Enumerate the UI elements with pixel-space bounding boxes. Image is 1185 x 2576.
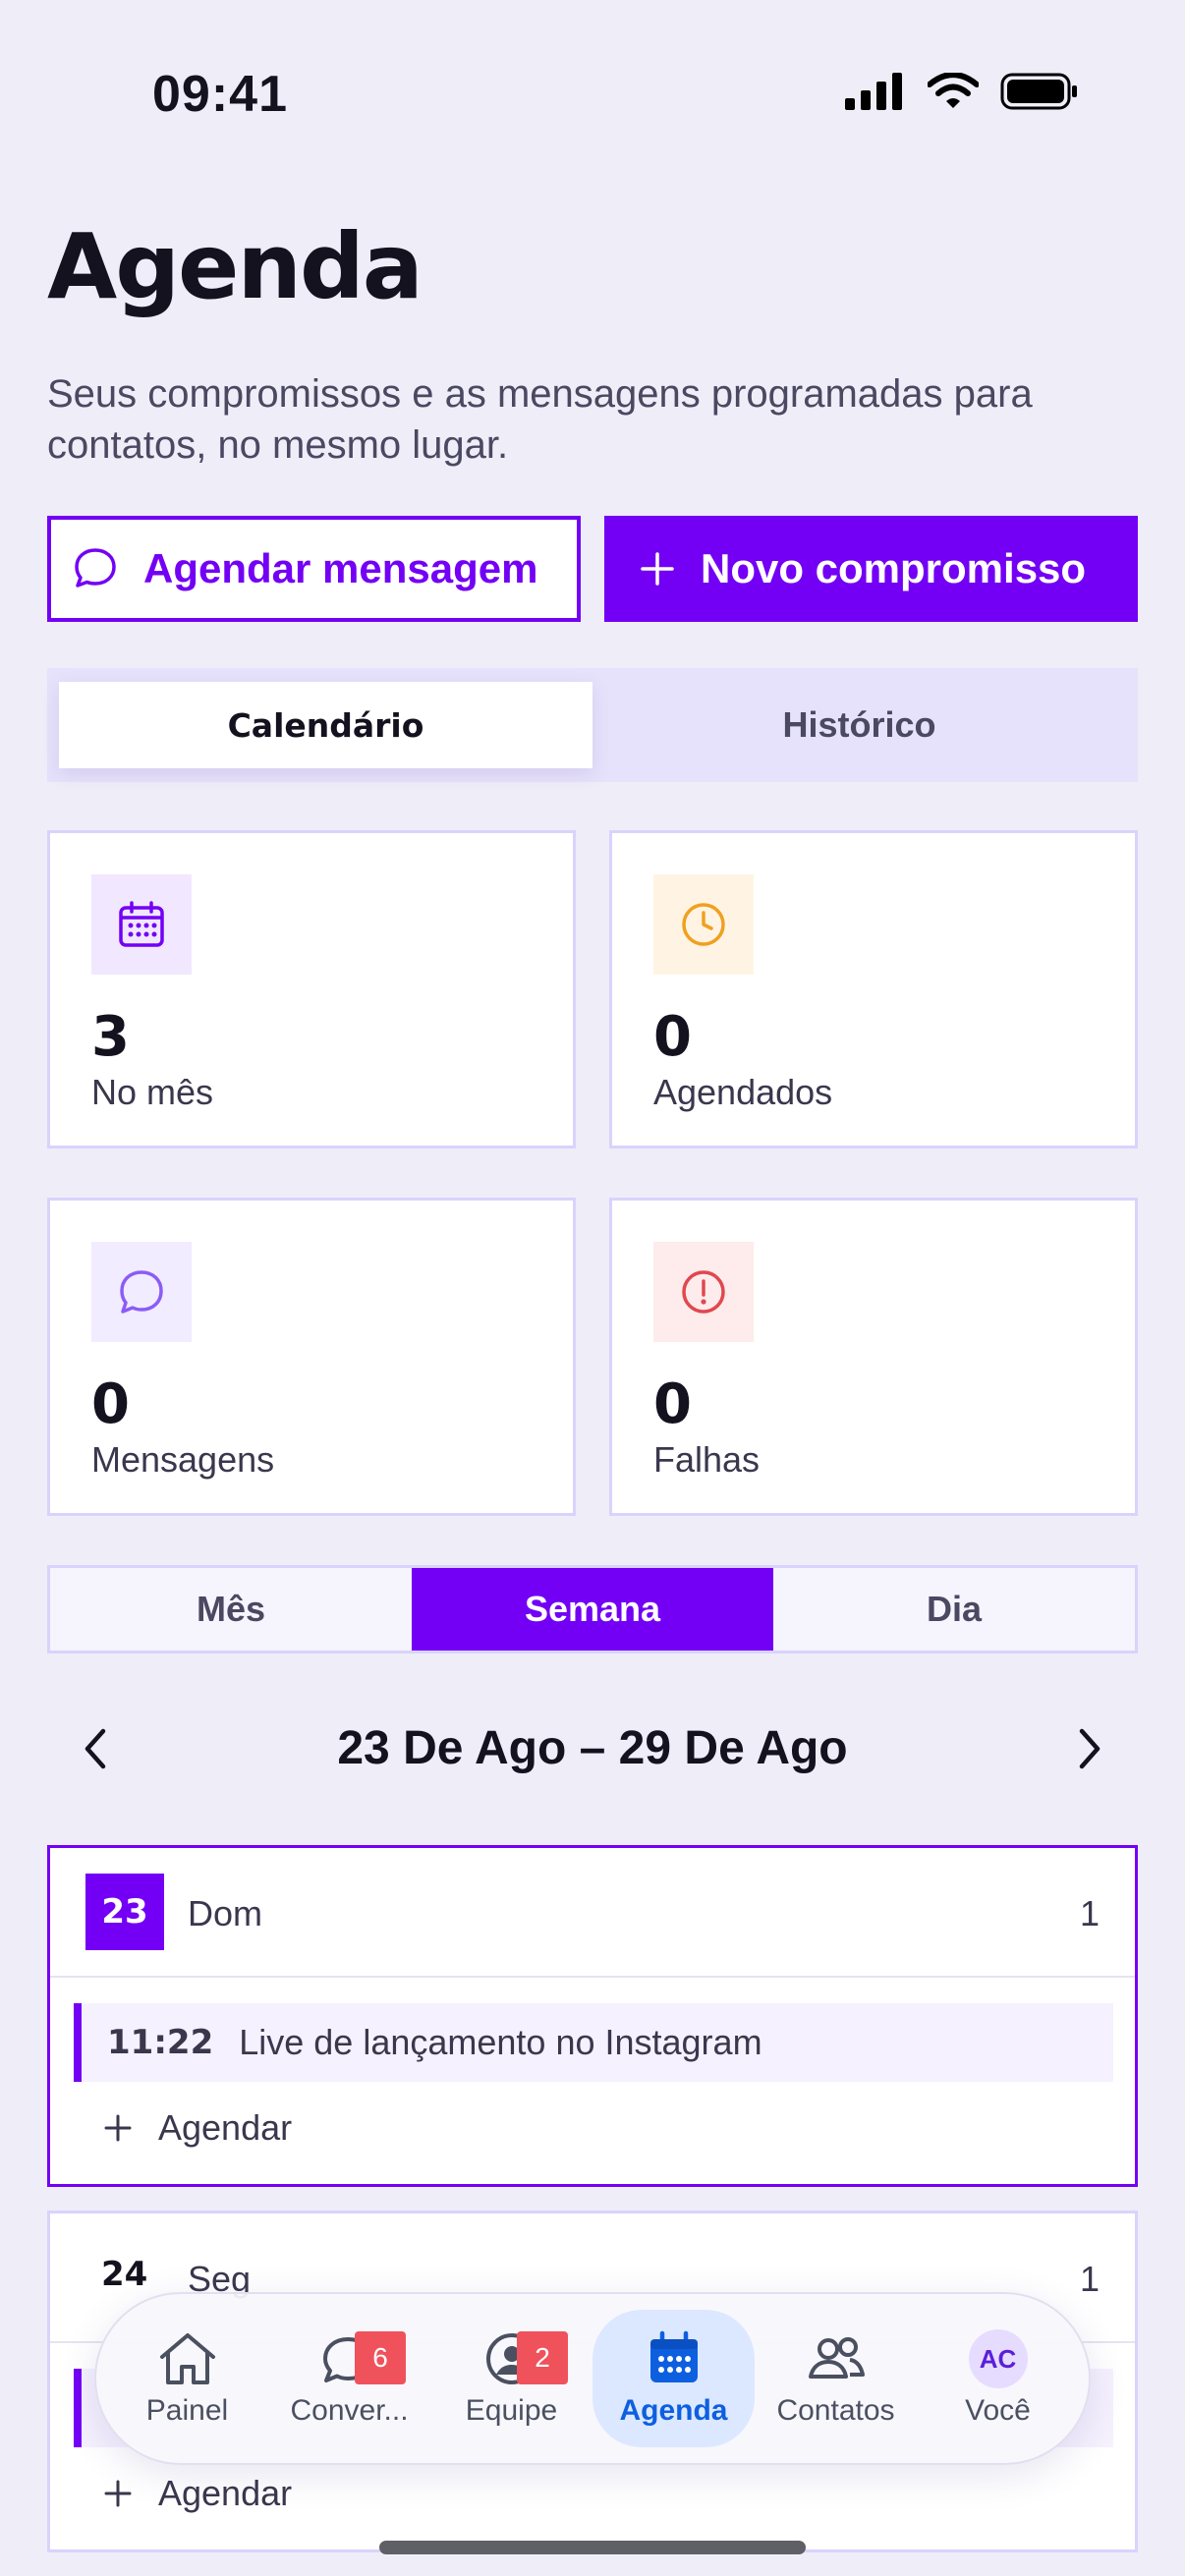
stat-card-failures: 0 Falhas: [609, 1198, 1138, 1516]
day-number: 24: [101, 2255, 148, 2294]
day-name: Dom: [188, 1893, 263, 1933]
tab-label: Contatos: [776, 2394, 895, 2427]
schedule-message-label: Agendar mensagem: [143, 545, 538, 591]
stat-label: No mês: [91, 1072, 214, 1112]
event-item[interactable]: 11:22 Live de lançamento no Instagram: [74, 2003, 1113, 2082]
day-number: 23: [85, 1874, 164, 1950]
week-range-label: 23 De Ago – 29 De Ago: [337, 1722, 848, 1774]
stat-card-messages: 0 Mensagens: [47, 1198, 576, 1516]
tab-conversas[interactable]: 6 Conver...: [268, 2310, 430, 2447]
home-indicator: [379, 2541, 806, 2554]
tab-equipe[interactable]: 2 Equipe: [430, 2310, 592, 2447]
alert-icon: [653, 1242, 754, 1342]
avatar: AC: [968, 2329, 1028, 2388]
notification-badge: 2: [517, 2331, 568, 2384]
stat-value: 0: [653, 1372, 692, 1436]
tab-history[interactable]: Histórico: [592, 682, 1126, 768]
schedule-message-button[interactable]: Agendar mensagem: [47, 516, 581, 622]
calendar-history-tabs: Calendário Histórico: [47, 668, 1138, 782]
chevron-left-icon: [85, 1728, 106, 1769]
tab-label: Você: [965, 2394, 1031, 2427]
calendar-icon: [649, 2330, 698, 2382]
status-time: 09:41: [152, 66, 288, 123]
add-event-label: Agendar: [158, 2107, 293, 2148]
tab-calendar[interactable]: Calendário: [59, 682, 592, 768]
stat-label: Agendados: [653, 1072, 833, 1112]
signal-icon: [845, 73, 902, 110]
calendar-icon: [91, 874, 192, 975]
view-day[interactable]: Dia: [773, 1568, 1135, 1651]
bottom-tab-bar: Painel 6 Conver... 2 Equipe Agenda Conta…: [94, 2292, 1091, 2465]
plus-icon: [104, 2480, 132, 2507]
status-icons: [845, 73, 1079, 110]
plus-icon: [641, 552, 674, 586]
view-week[interactable]: Semana: [412, 1568, 773, 1651]
day-card: 23 Dom 1 11:22 Live de lançamento no Ins…: [47, 1845, 1138, 2187]
add-event-label: Agendar: [158, 2473, 293, 2513]
home-icon: [159, 2333, 215, 2384]
tab-painel[interactable]: Painel: [106, 2310, 268, 2447]
tab-label: Agenda: [619, 2394, 728, 2427]
previous-week-button[interactable]: [71, 1719, 120, 1778]
page-title: Agenda: [47, 214, 423, 319]
plus-icon: [104, 2114, 132, 2142]
stat-label: Falhas: [653, 1439, 761, 1480]
battery-icon: [1000, 73, 1077, 110]
day-header[interactable]: 23 Dom 1: [50, 1848, 1135, 1978]
chevron-right-icon: [1079, 1728, 1100, 1769]
notification-badge: 6: [355, 2331, 406, 2384]
stat-value: 0: [91, 1372, 130, 1436]
view-month[interactable]: Mês: [50, 1568, 412, 1651]
new-appointment-label: Novo compromisso: [701, 545, 1087, 591]
day-event-count: 1: [1079, 2259, 1100, 2299]
tab-label: Conver...: [290, 2394, 409, 2427]
page-subtitle: Seus compromissos e as mensagens program…: [47, 372, 1033, 467]
tab-contatos[interactable]: Contatos: [755, 2310, 917, 2447]
tab-label: Painel: [145, 2394, 229, 2427]
stat-value: 0: [653, 1005, 692, 1069]
event-title: Live de lançamento no Instagram: [239, 2022, 762, 2062]
stat-card-scheduled: 0 Agendados: [609, 830, 1138, 1148]
stat-label: Mensagens: [91, 1439, 275, 1480]
stat-value: 3: [91, 1005, 130, 1069]
add-event-button[interactable]: Agendar: [103, 2107, 292, 2149]
wifi-icon: [928, 73, 979, 108]
tab-label: Equipe: [465, 2394, 558, 2427]
add-event-button[interactable]: Agendar: [103, 2473, 292, 2514]
tab-agenda[interactable]: Agenda: [592, 2310, 755, 2447]
chat-bubble-icon: [91, 1242, 192, 1342]
chat-bubble-icon: [75, 548, 116, 588]
contacts-icon: [808, 2337, 865, 2379]
day-event-count: 1: [1079, 1893, 1100, 1933]
event-time: 11:22: [107, 2023, 214, 2062]
new-appointment-button[interactable]: Novo compromisso: [604, 516, 1138, 622]
next-week-button[interactable]: [1065, 1719, 1114, 1778]
tab-voce[interactable]: AC Você: [917, 2310, 1079, 2447]
view-switcher: Mês Semana Dia: [47, 1565, 1138, 1653]
stat-card-month: 3 No mês: [47, 830, 576, 1148]
clock-icon: [653, 874, 754, 975]
